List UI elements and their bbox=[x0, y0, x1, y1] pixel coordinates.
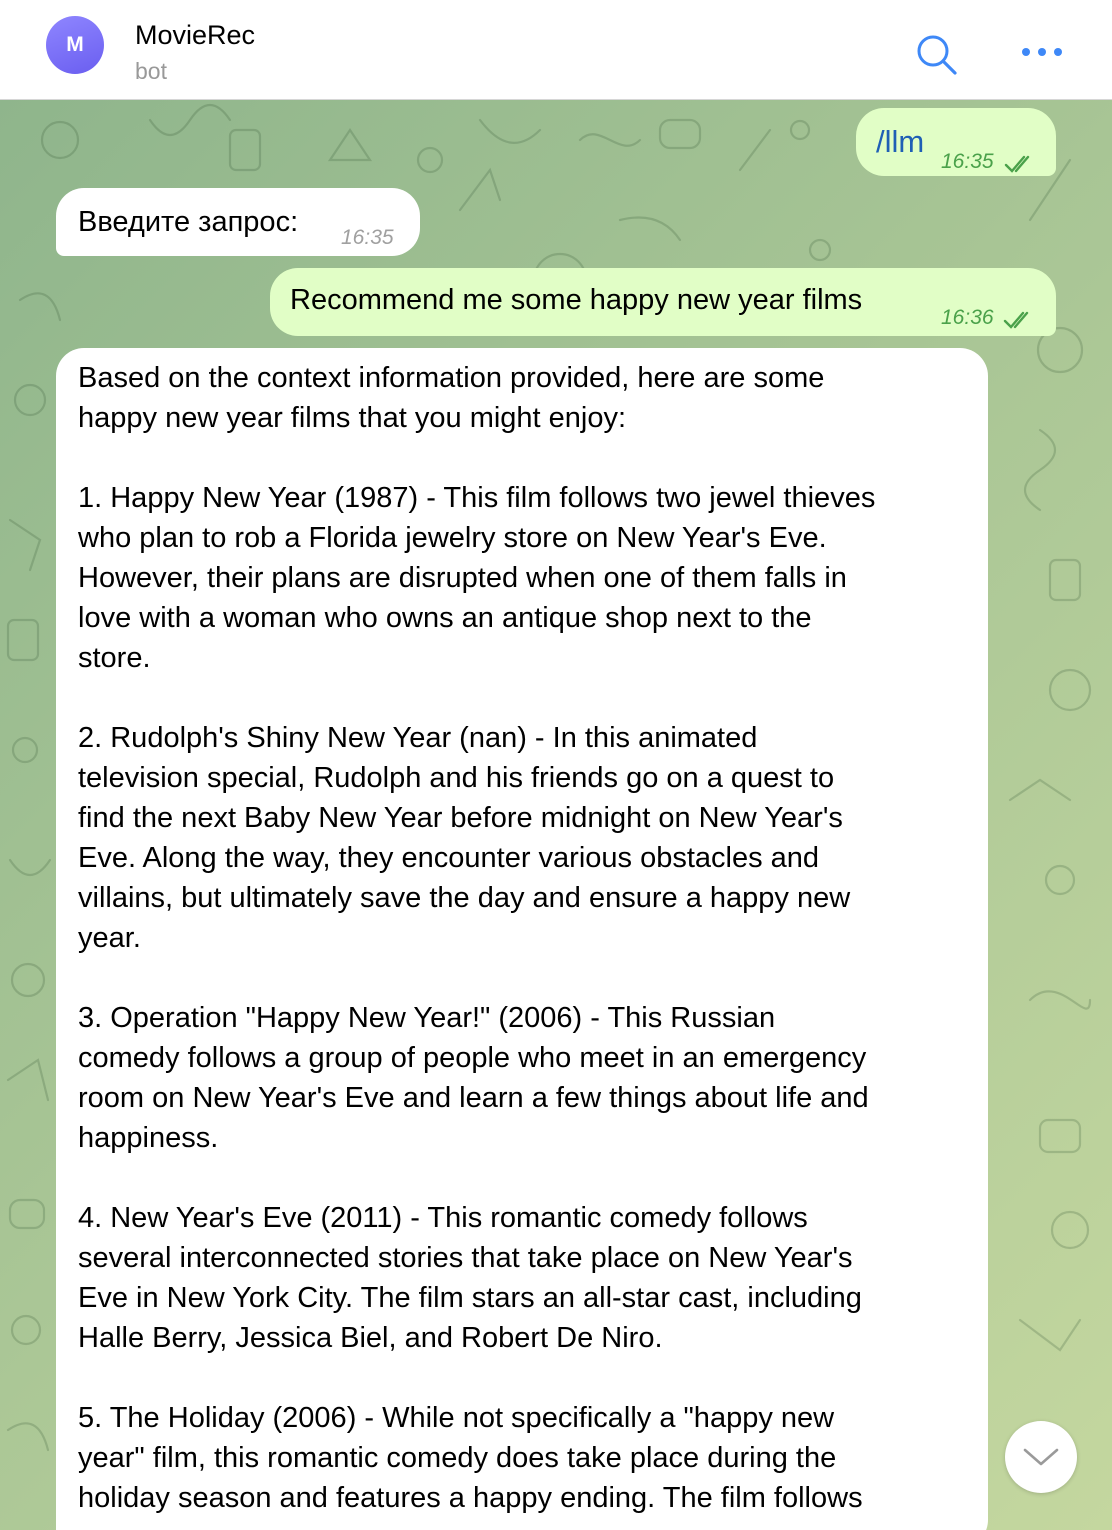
more-options-button[interactable] bbox=[1018, 34, 1066, 70]
message-time: 16:35 bbox=[941, 150, 994, 173]
message-line: who plan to rob a Florida jewelry store … bbox=[78, 522, 827, 554]
message-line: 1. Happy New Year (1987) - This film fol… bbox=[78, 482, 876, 514]
message-text: Based on the context information provide… bbox=[56, 348, 988, 1518]
message-outgoing[interactable]: Recommend me some happy new year films 1… bbox=[270, 268, 1056, 336]
chevron-down-icon bbox=[1023, 1448, 1059, 1466]
message-line: However, their plans are disrupted when … bbox=[78, 562, 847, 594]
message-time: 16:36 bbox=[941, 306, 994, 329]
chat-title[interactable]: MovieRec bbox=[135, 20, 255, 51]
message-text: /llm bbox=[876, 124, 925, 159]
search-button[interactable] bbox=[912, 30, 960, 78]
message-line: holiday season and features a happy endi… bbox=[78, 1482, 863, 1514]
message-line: 4. New Year's Eve (2011) - This romantic… bbox=[78, 1202, 808, 1234]
scroll-to-bottom-button[interactable] bbox=[1005, 1421, 1077, 1493]
avatar[interactable]: M bbox=[46, 16, 104, 74]
message-incoming-long[interactable]: Based on the context information provide… bbox=[56, 348, 988, 1530]
message-line: comedy follows a group of people who mee… bbox=[78, 1042, 867, 1074]
message-line: year. bbox=[78, 922, 141, 954]
message-line: room on New Year's Eve and learn a few t… bbox=[78, 1082, 869, 1114]
message-line: Eve in New York City. The film stars an … bbox=[78, 1282, 862, 1314]
message-line: 2. Rudolph's Shiny New Year (nan) - In t… bbox=[78, 722, 758, 754]
message-line: Based on the context information provide… bbox=[78, 362, 825, 394]
message-line: Eve. Along the way, they encounter vario… bbox=[78, 842, 820, 874]
double-check-icon bbox=[1003, 302, 1035, 342]
message-line: happiness. bbox=[78, 1122, 219, 1154]
chat-header: M MovieRec bot bbox=[0, 0, 1112, 100]
message-line: happy new year films that you might enjo… bbox=[78, 402, 627, 434]
message-line: television special, Rudolph and his frie… bbox=[78, 762, 835, 794]
message-line: 5. The Holiday (2006) - While not specif… bbox=[78, 1402, 835, 1434]
chat-subtitle: bot bbox=[135, 58, 167, 84]
message-time: 16:35 bbox=[341, 226, 394, 249]
more-dots-icon bbox=[1022, 48, 1062, 56]
message-line: love with a woman who owns an antique sh… bbox=[78, 602, 812, 634]
message-line: several interconnected stories that take… bbox=[78, 1242, 853, 1274]
message-incoming[interactable]: Введите запрос: 16:35 bbox=[56, 188, 420, 256]
message-line: villains, but ultimately save the day an… bbox=[78, 882, 851, 914]
telegram-chat-window: M MovieRec bot /llm 16:35 Введите запрос… bbox=[0, 0, 1112, 1530]
message-outgoing[interactable]: /llm 16:35 bbox=[856, 108, 1056, 176]
message-line: find the next Baby New Year before midni… bbox=[78, 802, 843, 834]
message-text: Введите запрос: bbox=[78, 206, 299, 238]
message-line: Halle Berry, Jessica Biel, and Robert De… bbox=[78, 1322, 663, 1354]
message-line: year" film, this romantic comedy does ta… bbox=[78, 1442, 837, 1474]
chat-area[interactable]: /llm 16:35 Введите запрос: 16:35 Recomme… bbox=[0, 100, 1112, 1530]
message-text: Recommend me some happy new year films bbox=[290, 284, 863, 316]
message-line: 3. Operation "Happy New Year!" (2006) - … bbox=[78, 1002, 776, 1034]
search-icon bbox=[917, 35, 957, 75]
double-check-icon bbox=[1004, 146, 1036, 186]
message-line: store. bbox=[78, 642, 151, 674]
